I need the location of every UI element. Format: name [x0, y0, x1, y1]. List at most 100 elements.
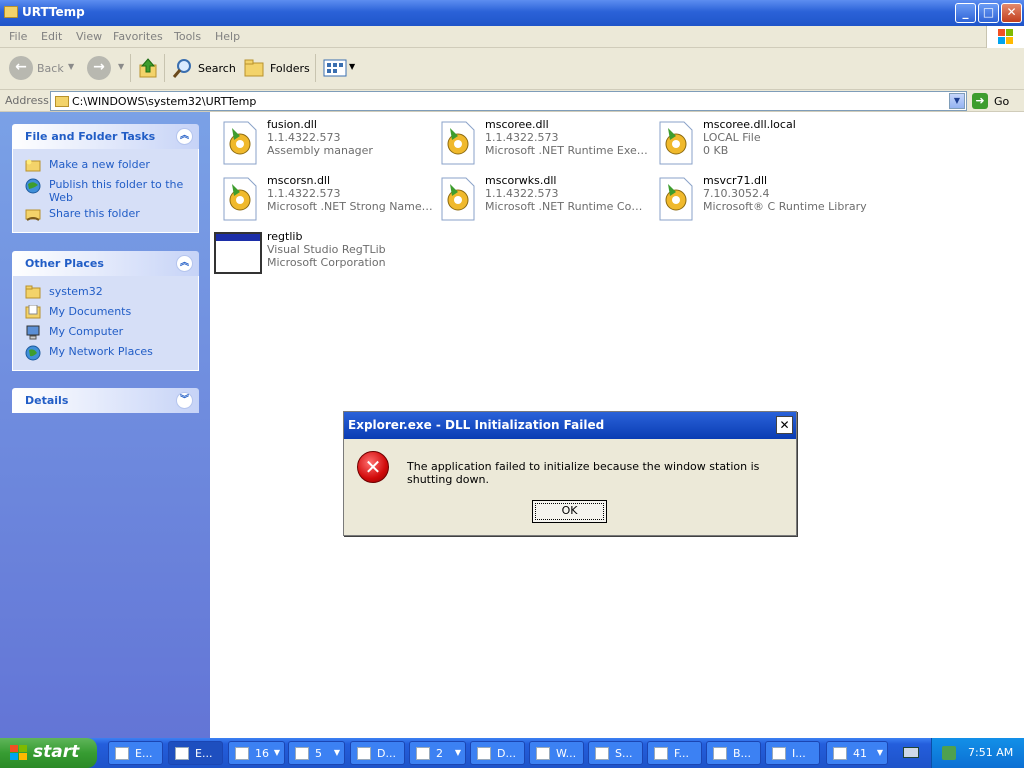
close-button[interactable]: ✕: [1001, 3, 1022, 23]
ok-button[interactable]: OK: [532, 500, 607, 523]
file-version: 1.1.4322.573: [267, 131, 341, 144]
windows-logo: [986, 26, 1024, 48]
address-dropdown-icon[interactable]: ▼: [949, 93, 965, 109]
dll-file-icon: [220, 174, 260, 222]
new-folder-icon: [25, 158, 41, 172]
file-name: mscoree.dll: [485, 118, 549, 131]
forward-dropdown-icon[interactable]: ▼: [118, 62, 124, 71]
file-item[interactable]: regtlib Visual Studio RegTLib Microsoft …: [214, 230, 429, 284]
file-item[interactable]: msvcr71.dll 7.10.3052.4 Microsoft® C Run…: [656, 174, 871, 228]
panel-header[interactable]: File and Folder Tasks ︽: [12, 124, 199, 149]
place-my-network[interactable]: My Network Places: [13, 342, 198, 362]
task-share-folder[interactable]: Share this folder: [13, 204, 198, 224]
taskbar-group-button[interactable]: 2 ▼: [409, 741, 466, 765]
menu-view[interactable]: View: [76, 30, 102, 43]
dialog-title-bar: Explorer.exe - DLL Initialization Failed…: [344, 412, 796, 439]
taskbar: start E... E... 16 ▼ 5 ▼ D... 2 ▼ D... W...…: [0, 738, 1024, 768]
console-icon: [595, 747, 609, 760]
menu-edit[interactable]: Edit: [41, 30, 62, 43]
forward-arrow-icon[interactable]: →: [87, 56, 111, 80]
back-dropdown-icon[interactable]: ▼: [68, 62, 74, 71]
place-label[interactable]: system32: [49, 285, 103, 298]
task-label[interactable]: Make a new folder: [49, 158, 150, 171]
address-input[interactable]: C:\WINDOWS\system32\URTTemp ▼: [50, 91, 967, 111]
task-label[interactable]: Publish this folder to the Web: [49, 178, 183, 204]
window-icon: [235, 747, 249, 760]
window-icon: [115, 747, 129, 760]
task-make-folder[interactable]: Make a new folder: [13, 155, 198, 175]
clock[interactable]: 7:51 AM: [968, 746, 1013, 759]
file-item[interactable]: mscorsn.dll 1.1.4322.573 Microsoft .NET …: [220, 174, 435, 228]
folders-icon[interactable]: [244, 59, 266, 77]
taskbar-group-button[interactable]: 16 ▼: [228, 741, 285, 765]
menu-help[interactable]: Help: [215, 30, 240, 43]
file-version: 1.1.4322.573: [485, 131, 559, 144]
start-button[interactable]: start: [0, 738, 97, 768]
file-item[interactable]: mscoree.dll.local LOCAL File 0 KB: [656, 118, 871, 172]
panel-title[interactable]: Other Places: [25, 257, 104, 270]
taskbar-button[interactable]: D...: [470, 741, 525, 765]
place-system32[interactable]: system32: [13, 282, 198, 302]
taskbar-button[interactable]: I...: [765, 741, 820, 765]
collapse-chevron-icon[interactable]: ︽: [176, 255, 193, 272]
collapse-chevron-icon[interactable]: ︽: [176, 128, 193, 145]
maximize-button[interactable]: □: [978, 3, 999, 23]
file-item[interactable]: mscoree.dll 1.1.4322.573 Microsoft .NET …: [438, 118, 653, 172]
file-version: 7.10.3052.4: [703, 187, 770, 200]
address-bar: Address C:\WINDOWS\system32\URTTemp ▼ ➜ …: [0, 90, 1024, 112]
taskbar-button[interactable]: W...: [529, 741, 584, 765]
dll-file-icon: [438, 118, 478, 166]
window-icon: [295, 747, 309, 760]
minimize-button[interactable]: _: [955, 3, 976, 23]
taskbar-button[interactable]: F...: [647, 741, 702, 765]
network-status-icon[interactable]: [942, 746, 956, 760]
panel-header[interactable]: Details ︾: [12, 388, 199, 413]
taskbar-button[interactable]: D...: [350, 741, 405, 765]
taskbar-button[interactable]: S...: [588, 741, 643, 765]
place-label[interactable]: My Computer: [49, 325, 123, 338]
search-icon[interactable]: [172, 57, 194, 79]
task-publish-web[interactable]: Publish this folder to the Web: [13, 175, 198, 204]
go-button[interactable]: ➜ Go: [971, 92, 1019, 110]
task-label[interactable]: Share this folder: [49, 207, 140, 220]
taskbar-button[interactable]: B...: [706, 741, 761, 765]
menu-file[interactable]: File: [9, 30, 27, 43]
panel-title[interactable]: Details: [25, 394, 68, 407]
taskbar-group-button[interactable]: 5 ▼: [288, 741, 345, 765]
file-item[interactable]: mscorwks.dll 1.1.4322.573 Microsoft .NET…: [438, 174, 653, 228]
folders-button[interactable]: Folders: [270, 62, 310, 75]
back-button-label[interactable]: Back: [37, 62, 64, 75]
place-label[interactable]: My Documents: [49, 305, 131, 318]
search-button[interactable]: Search: [198, 62, 236, 75]
taskbar-button[interactable]: E...: [168, 741, 223, 765]
up-folder-icon[interactable]: [138, 57, 158, 79]
start-label[interactable]: start: [33, 742, 79, 762]
place-label[interactable]: My Network Places: [49, 345, 153, 358]
file-name: mscorwks.dll: [485, 174, 557, 187]
menu-favorites[interactable]: Favorites: [113, 30, 163, 43]
menu-tools[interactable]: Tools: [174, 30, 201, 43]
dll-file-icon: [656, 174, 696, 222]
file-version: Visual Studio RegTLib: [267, 243, 386, 256]
toolbar-separator: [164, 54, 165, 82]
toolbar: ← Back ▼ → ▼ Search Folders ▼: [0, 48, 1024, 90]
expand-chevron-icon[interactable]: ︾: [176, 392, 193, 409]
panel-title[interactable]: File and Folder Tasks: [25, 130, 155, 143]
keyboard-icon[interactable]: [903, 747, 919, 758]
file-description: Microsoft .NET Strong Name S...: [267, 200, 435, 213]
views-icon[interactable]: [323, 59, 347, 77]
go-label[interactable]: Go: [994, 95, 1009, 108]
file-item[interactable]: fusion.dll 1.1.4322.573 Assembly manager: [220, 118, 435, 172]
place-my-documents[interactable]: My Documents: [13, 302, 198, 322]
place-my-computer[interactable]: My Computer: [13, 322, 198, 342]
taskbar-group-button[interactable]: 41 ▼: [826, 741, 888, 765]
address-path[interactable]: C:\WINDOWS\system32\URTTemp: [72, 95, 256, 108]
panel-header[interactable]: Other Places ︽: [12, 251, 199, 276]
window-title: URTTemp: [22, 5, 85, 19]
file-description: Microsoft .NET Runtime Comm...: [485, 200, 653, 213]
go-arrow-icon[interactable]: ➜: [972, 93, 988, 109]
taskbar-button[interactable]: E...: [108, 741, 163, 765]
views-dropdown-icon[interactable]: ▼: [349, 62, 355, 71]
dialog-close-icon[interactable]: ✕: [776, 416, 793, 434]
back-arrow-icon[interactable]: ←: [9, 56, 33, 80]
